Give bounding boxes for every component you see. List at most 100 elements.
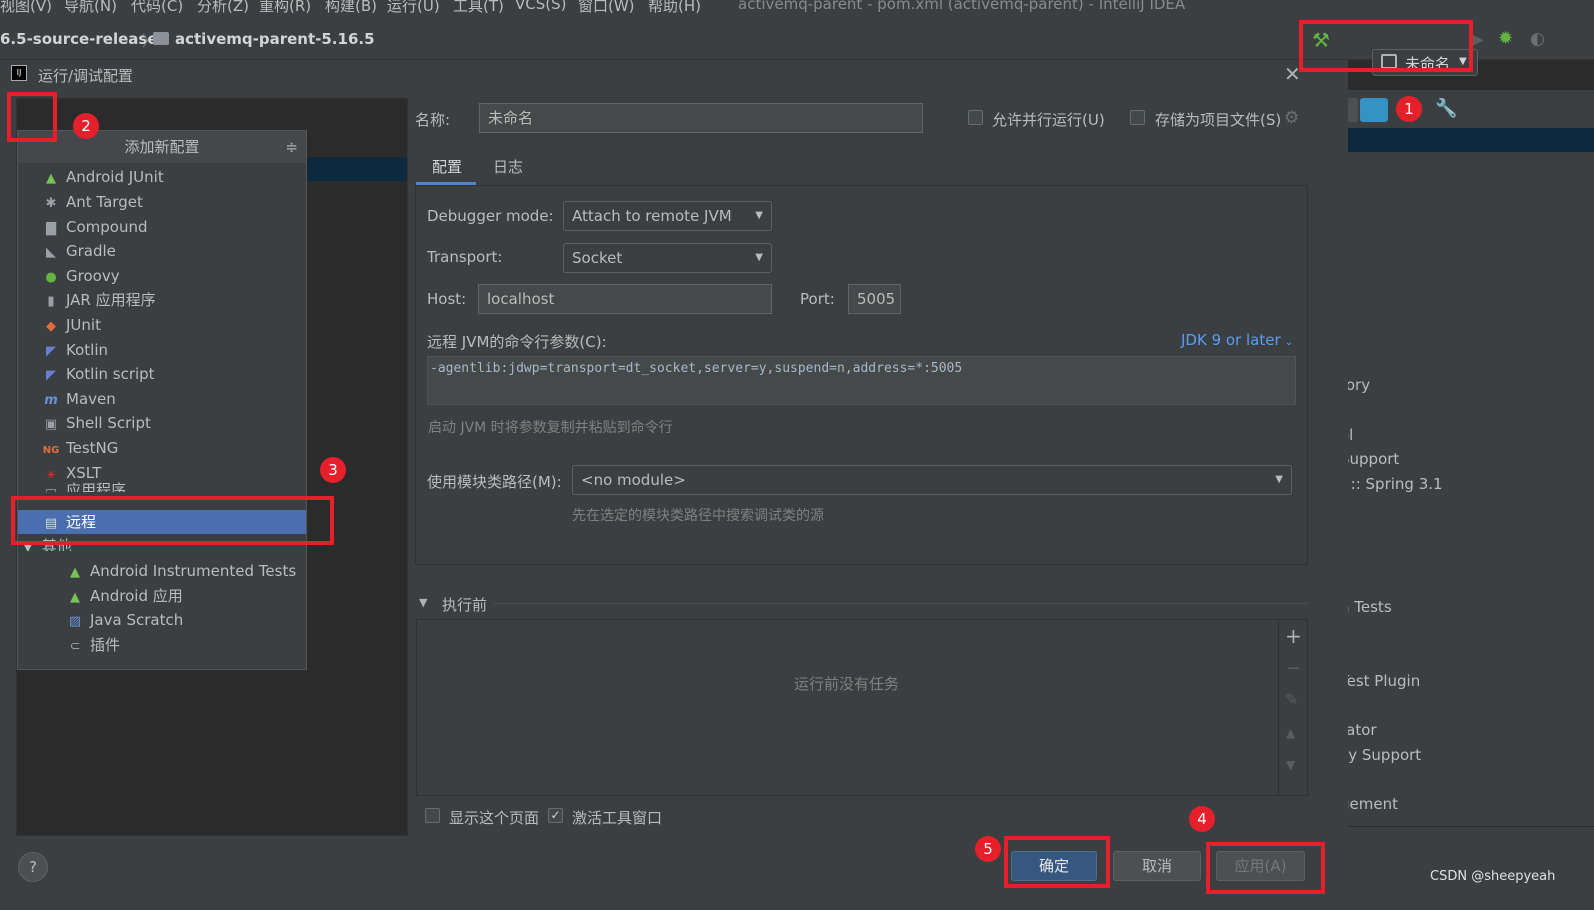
host-field[interactable]: localhost — [478, 284, 772, 314]
jvm-args-field[interactable]: -agentlib:jdwp=transport=dt_socket,serve… — [427, 356, 1296, 405]
menu-view[interactable]: 视图(V) — [0, 0, 52, 16]
popup-item-maven[interactable]: m Maven — [42, 387, 116, 411]
panel-text: Test Plugin — [1340, 672, 1421, 690]
jar-icon: ▮ — [47, 294, 55, 309]
popup-item-groovy[interactable]: ● Groovy — [42, 264, 119, 288]
menu-help[interactable]: 帮助(H) — [648, 0, 701, 16]
store-as-file-checkbox[interactable] — [1130, 110, 1145, 125]
remove-task-icon[interactable]: − — [1286, 658, 1301, 679]
host-label: Host: — [427, 290, 467, 308]
popup-item-kotlin[interactable]: ◤ Kotlin — [42, 338, 108, 362]
popup-item-android-junit[interactable]: ▲ Android JUnit — [42, 165, 164, 189]
chevron-down-icon: ▼ — [1275, 474, 1283, 485]
popup-item-testng[interactable]: NG TestNG — [42, 436, 119, 460]
application-icon: ▭ — [44, 484, 58, 492]
popup-item-application[interactable]: ▭ 应用程序 — [42, 478, 126, 492]
remote-icon: ▤ — [44, 516, 58, 531]
ide-maven-panel: 🔧 tory ol Support t :: Spring 3.1 n Test… — [1330, 90, 1594, 910]
before-launch-list[interactable] — [416, 619, 1308, 796]
popup-item-java-scratch[interactable]: ▨ Java Scratch — [66, 608, 183, 632]
annotation-badge-3: 3 — [320, 457, 346, 483]
menu-tools[interactable]: 工具(T) — [453, 0, 504, 16]
name-field[interactable]: 未命名 — [479, 103, 923, 133]
menu-window[interactable]: 窗口(W) — [578, 0, 635, 16]
remote-config-icon — [1381, 54, 1397, 69]
tab-config[interactable]: 配置 — [432, 156, 462, 177]
java-scratch-icon: ▨ — [68, 614, 82, 629]
popup-item-gradle[interactable]: ◣ Gradle — [42, 239, 116, 263]
move-up-icon[interactable]: ▲ — [1286, 726, 1295, 740]
divider — [494, 603, 1308, 604]
allow-parallel-checkbox[interactable] — [968, 110, 983, 125]
panel-text: t :: Spring 3.1 — [1340, 475, 1443, 493]
run-config-combo[interactable]: 未命名 ▼ — [1372, 49, 1478, 76]
collapse-triangle-icon[interactable]: ▼ — [419, 596, 427, 609]
debugger-mode-select[interactable]: Attach to remote JVM ▼ — [563, 201, 772, 231]
popup-item-remote[interactable]: ▤ 远程 — [18, 510, 306, 534]
plugin-icon: ⊂ — [69, 639, 81, 654]
collapse-all-icon[interactable]: ≑ — [285, 131, 298, 163]
add-new-config-popup: 添加新配置 ≑ ▲ Android JUnit ✱ Ant Target ▇ Comp… — [17, 130, 307, 670]
store-as-file-label: 存储为项目文件(S) — [1155, 111, 1282, 129]
menu-code[interactable]: 代码(C) — [131, 0, 183, 16]
popup-item-android-app[interactable]: ▲ Android 应用 — [66, 584, 183, 608]
breadcrumb-source-release[interactable]: 6.5-source-release — [0, 30, 158, 48]
jdk-version-link[interactable]: JDK 9 or later ⌄ — [1181, 331, 1293, 349]
coverage-icon[interactable]: ◐ — [1530, 29, 1545, 49]
popup-item-junit[interactable]: ◆ JUnit — [42, 313, 101, 337]
popup-item-jar-application[interactable]: ▮ JAR 应用程序 — [42, 288, 155, 312]
module-classpath-select[interactable]: <no module> ▼ — [572, 465, 1292, 495]
menu-analyze[interactable]: 分析(Z) — [197, 0, 249, 16]
groovy-icon: ● — [45, 270, 57, 285]
show-page-label: 显示这个页面 — [449, 809, 540, 827]
breadcrumb-project[interactable]: activemq-parent-5.16.5 — [175, 30, 375, 48]
panel-text: gement — [1340, 795, 1398, 813]
debugger-mode-label: Debugger mode: — [427, 207, 554, 225]
folder-icon — [153, 32, 169, 45]
activate-tool-label: 激活工具窗口 — [572, 809, 663, 827]
no-tasks-label: 运行前没有任务 — [794, 675, 900, 693]
android-icon: ▲ — [46, 171, 56, 186]
menu-build[interactable]: 构建(B) — [325, 0, 377, 16]
edit-task-icon[interactable]: ✎ — [1285, 690, 1298, 709]
android-icon: ▲ — [70, 565, 80, 580]
testng-icon: NG — [42, 445, 60, 456]
move-down-icon[interactable]: ▼ — [1286, 758, 1295, 772]
apply-button[interactable]: 应用(A) — [1216, 851, 1305, 881]
popup-item-compound[interactable]: ▇ Compound — [42, 215, 148, 239]
popup-item-android-instrumented-tests[interactable]: ▲ Android Instrumented Tests — [66, 559, 296, 583]
chevron-down-icon: ▼ — [24, 543, 32, 551]
tab-logs[interactable]: 日志 — [493, 156, 523, 177]
gear-icon[interactable]: ⚙ — [1284, 108, 1299, 128]
chevron-down-icon: ▼ — [755, 252, 763, 263]
before-launch-label: 执行前 — [442, 596, 488, 614]
popup-item-kotlin-script[interactable]: ◤ Kotlin script — [42, 362, 155, 386]
menu-vcs[interactable]: VCS(S) — [515, 0, 566, 13]
transport-select[interactable]: Socket ▼ — [563, 243, 772, 273]
menu-run[interactable]: 运行(U) — [387, 0, 440, 16]
port-label: Port: — [800, 290, 835, 308]
jvm-args-label: 远程 JVM的命令行参数(C): — [427, 333, 607, 351]
popup-item-ant-target[interactable]: ✱ Ant Target — [42, 190, 143, 214]
toggle-offline-icon[interactable] — [1360, 98, 1388, 122]
show-page-checkbox[interactable] — [425, 808, 440, 823]
debug-icon[interactable]: ✹ — [1498, 28, 1513, 49]
add-task-icon[interactable]: + — [1285, 624, 1302, 648]
run-icon[interactable]: ▶ — [1470, 29, 1484, 50]
annotation-badge-1: 1 — [1396, 96, 1422, 122]
port-field[interactable]: 5005 — [848, 284, 901, 314]
menu-navigate[interactable]: 导航(N) — [64, 0, 117, 16]
build-hammer-icon[interactable]: ⚒ — [1312, 28, 1330, 52]
popup-item-shell-script[interactable]: ▣ Shell Script — [42, 411, 151, 435]
maven-icon: m — [44, 393, 58, 408]
settings-wrench-icon[interactable]: 🔧 — [1435, 98, 1457, 119]
help-button[interactable]: ? — [18, 852, 48, 882]
popup-group-other[interactable]: ▼ 其他 — [24, 537, 72, 551]
close-icon[interactable]: ✕ — [1284, 62, 1301, 86]
cancel-button[interactable]: 取消 — [1113, 851, 1201, 881]
menu-refactor[interactable]: 重构(R) — [259, 0, 311, 16]
activate-tool-checkbox[interactable]: ✓ — [548, 808, 563, 823]
allow-parallel-label: 允许并行运行(U) — [992, 111, 1105, 129]
popup-item-plugin[interactable]: ⊂ 插件 — [66, 633, 120, 657]
ok-button[interactable]: 确定 — [1011, 851, 1097, 881]
